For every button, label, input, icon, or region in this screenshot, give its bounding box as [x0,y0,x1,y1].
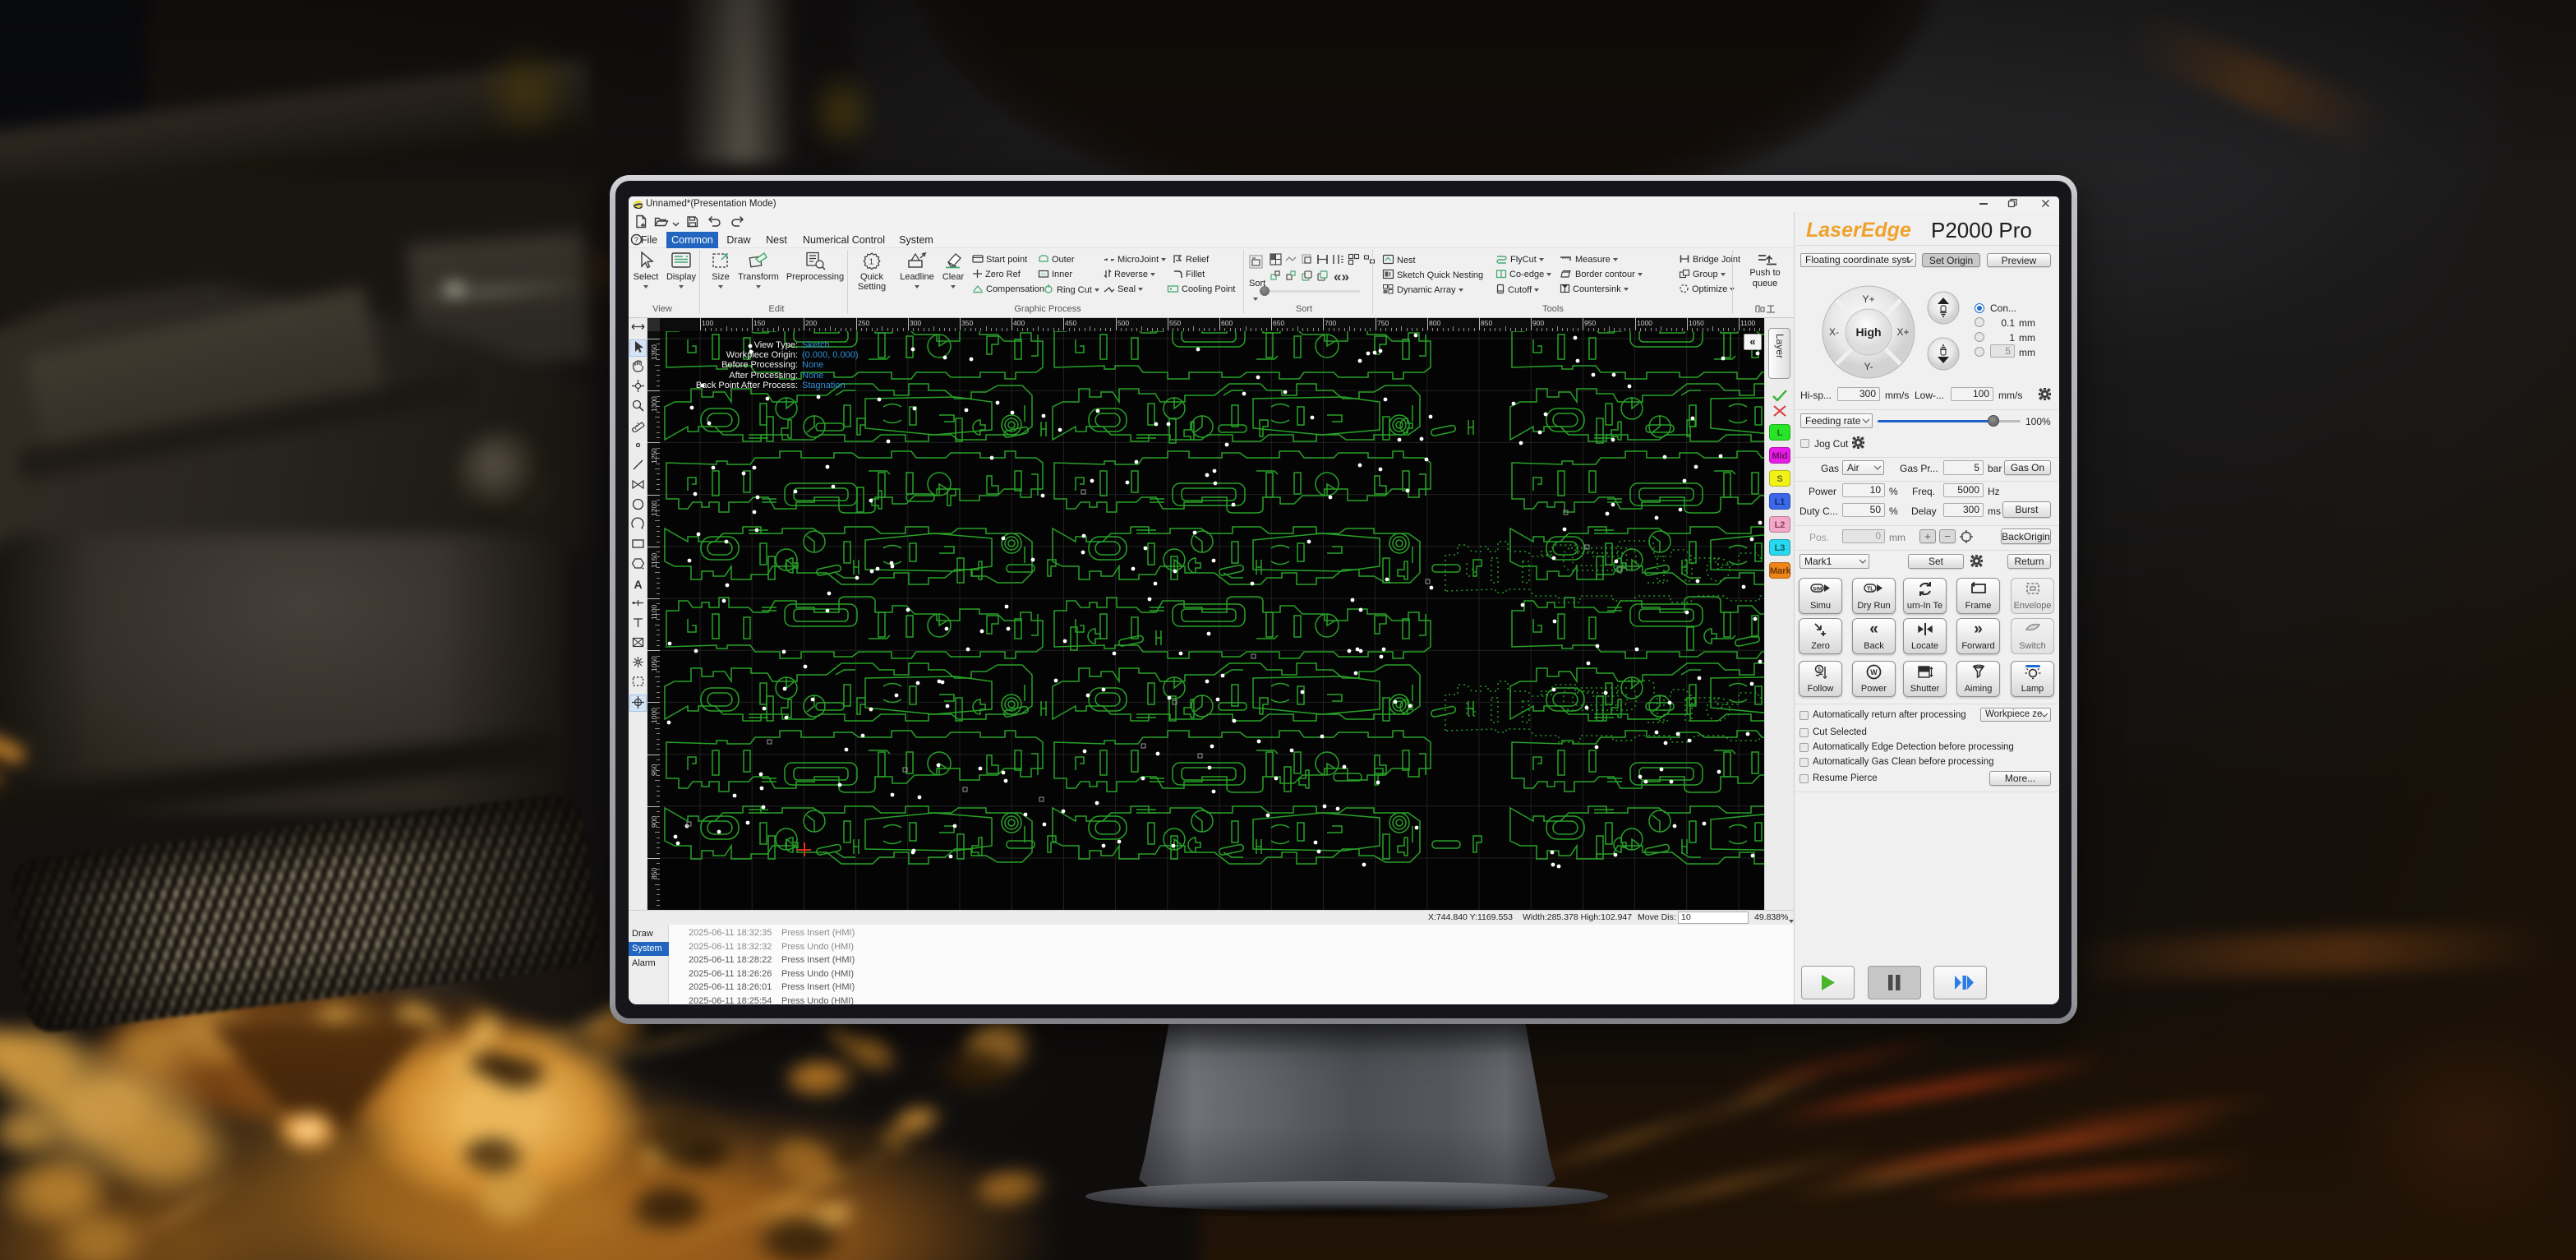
svg-text:X-: X- [1829,326,1839,338]
svg-text:SIM: SIM [1813,587,1823,593]
svg-text:X+: X+ [1896,326,1909,338]
svg-text:Y+: Y+ [1862,293,1874,305]
svg-text:$: $ [1818,667,1821,673]
svg-text:W: W [1870,668,1878,676]
svg-text:High: High [1855,325,1881,339]
svg-text:TL: TL [1867,587,1874,593]
svg-text:Y-: Y- [1864,361,1873,372]
svg-text:1: 1 [869,258,874,267]
